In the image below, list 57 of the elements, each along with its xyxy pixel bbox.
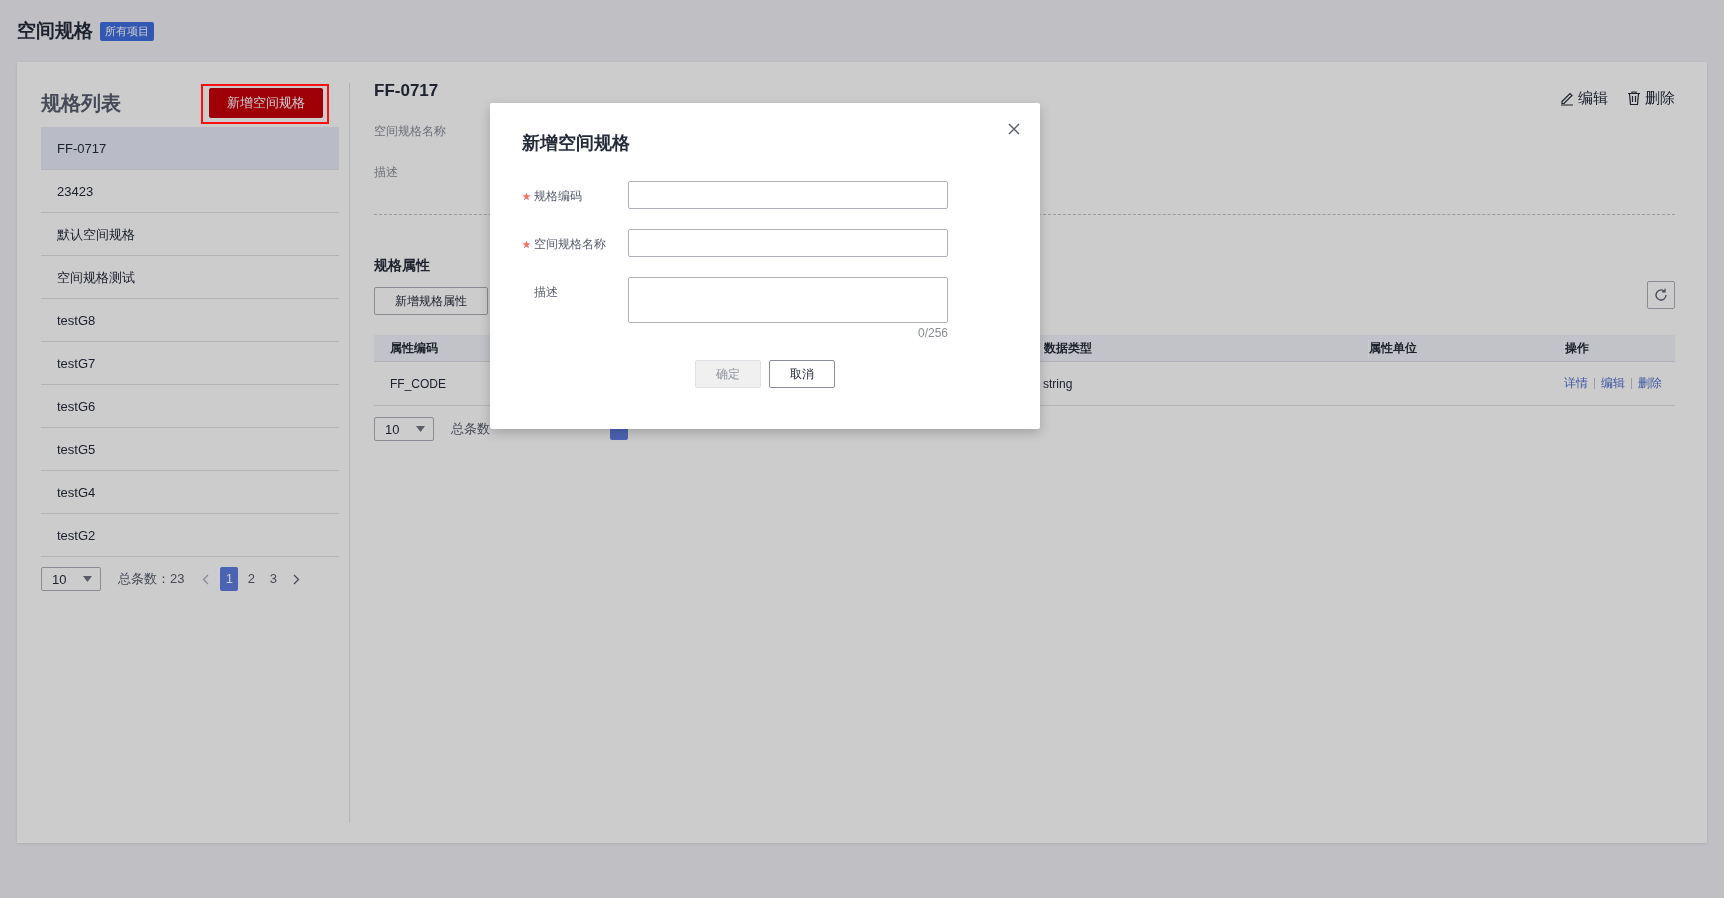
action-link[interactable]: 编辑: [1559, 88, 1608, 108]
refresh-icon: [1653, 287, 1669, 303]
column-header: 操作: [1564, 339, 1589, 357]
trash-icon: [1626, 90, 1642, 106]
field-label: 描述: [534, 284, 558, 301]
column-header: 数据类型: [1043, 339, 1092, 357]
required-icon: [522, 240, 531, 249]
previous-page-icon[interactable]: [202, 573, 210, 585]
page-size-select[interactable]: 10: [41, 567, 101, 591]
spec-list-item[interactable]: testG2: [41, 514, 339, 557]
list-title: 规格列表: [41, 90, 121, 116]
next-page-icon[interactable]: [293, 573, 301, 585]
dropdown-icon: [416, 426, 425, 432]
dropdown-icon: [83, 576, 92, 582]
spec-list-item[interactable]: testG5: [41, 428, 339, 471]
input-field[interactable]: [628, 181, 948, 209]
page-size-select[interactable]: 10: [374, 417, 434, 441]
page-number[interactable]: 3: [264, 567, 283, 591]
table-cell: FF_CODE: [390, 376, 446, 391]
detail-title: FF-0717: [374, 81, 439, 101]
table-cell: string: [1043, 376, 1073, 391]
spec-list-item[interactable]: 23423: [41, 170, 339, 213]
spec-list-item[interactable]: FF-0717: [41, 127, 339, 170]
field-label: 规格编码: [534, 188, 582, 205]
field-label: 描述: [374, 164, 398, 181]
row-action-link[interactable]: 删除: [1638, 375, 1662, 392]
dialog-button[interactable]: 取消: [769, 360, 835, 388]
total-count: 总条数：23: [118, 570, 185, 588]
description-field[interactable]: [628, 277, 948, 323]
dialog-title: 新增空间规格: [522, 132, 631, 155]
add-spec-button[interactable]: 新增空间规格: [209, 88, 323, 118]
spec-list-item[interactable]: testG8: [41, 299, 339, 342]
row-action-link[interactable]: 详情: [1564, 375, 1588, 392]
field-label: 空间规格名称: [374, 123, 446, 140]
page-number[interactable]: 1: [220, 567, 239, 591]
section-title: 规格属性: [374, 257, 431, 275]
spec-list-item[interactable]: 空间规格测试: [41, 256, 339, 299]
required-icon: [522, 192, 531, 201]
close-icon[interactable]: [1007, 122, 1021, 136]
action-link[interactable]: 删除: [1626, 88, 1675, 108]
page-title: 空间规格: [17, 19, 93, 43]
total-count: 总条数: [451, 420, 490, 438]
column-header: 属性单位: [1368, 339, 1417, 357]
field-label: 空间规格名称: [534, 236, 606, 253]
spec-list-item[interactable]: testG7: [41, 342, 339, 385]
input-field[interactable]: [628, 229, 948, 257]
add-attribute-button[interactable]: 新增规格属性: [374, 287, 488, 315]
spec-list-item[interactable]: testG4: [41, 471, 339, 514]
pencil-icon: [1559, 90, 1575, 106]
page-number[interactable]: 2: [242, 567, 261, 591]
column-header: 属性编码: [390, 339, 438, 357]
character-counter: 0/256: [917, 326, 948, 340]
refresh-button[interactable]: [1647, 281, 1675, 309]
spec-list-item[interactable]: testG6: [41, 385, 339, 428]
project-badge: 所有项目: [100, 21, 154, 41]
row-action-link[interactable]: 编辑: [1601, 375, 1625, 392]
spec-list-item[interactable]: 默认空间规格: [41, 213, 339, 256]
